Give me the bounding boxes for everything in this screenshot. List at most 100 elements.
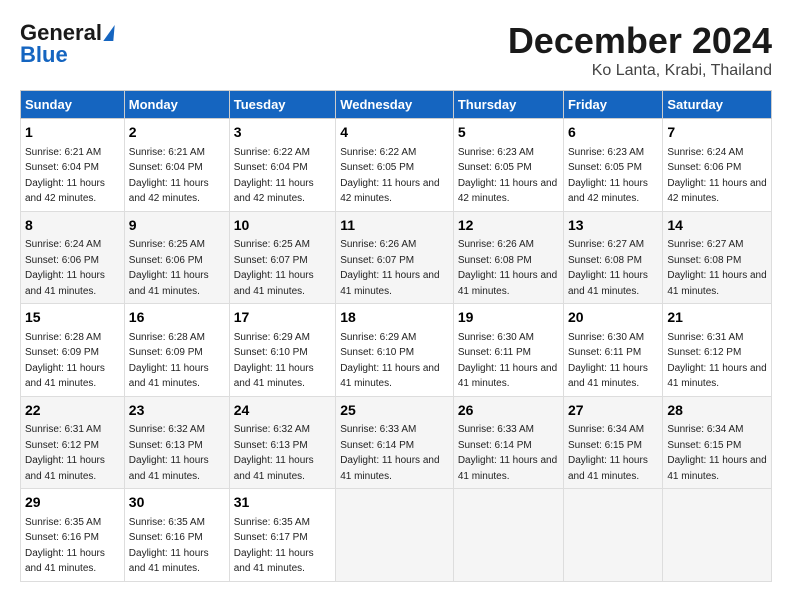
day-number: 19 [458, 308, 559, 328]
calendar-cell [663, 489, 772, 582]
calendar-cell: 10 Sunrise: 6:25 AMSunset: 6:07 PMDaylig… [229, 211, 335, 304]
day-number: 27 [568, 401, 658, 421]
day-number: 8 [25, 216, 120, 236]
day-number: 31 [234, 493, 331, 513]
dow-sunday: Sunday [21, 91, 125, 119]
day-number: 1 [25, 123, 120, 143]
day-number: 2 [129, 123, 225, 143]
day-number: 26 [458, 401, 559, 421]
logo-arrow-icon [103, 25, 114, 41]
day-number: 15 [25, 308, 120, 328]
calendar-cell: 24 Sunrise: 6:32 AMSunset: 6:13 PMDaylig… [229, 396, 335, 489]
day-number: 22 [25, 401, 120, 421]
calendar-cell [453, 489, 563, 582]
calendar-body: 1 Sunrise: 6:21 AMSunset: 6:04 PMDayligh… [21, 119, 772, 582]
day-number: 17 [234, 308, 331, 328]
calendar-cell: 29 Sunrise: 6:35 AMSunset: 6:16 PMDaylig… [21, 489, 125, 582]
day-number: 30 [129, 493, 225, 513]
calendar-cell: 18 Sunrise: 6:29 AMSunset: 6:10 PMDaylig… [336, 304, 454, 397]
day-info: Sunrise: 6:22 AMSunset: 6:04 PMDaylight:… [234, 147, 314, 205]
dow-wednesday: Wednesday [336, 91, 454, 119]
day-info: Sunrise: 6:28 AMSunset: 6:09 PMDaylight:… [25, 332, 105, 390]
day-info: Sunrise: 6:35 AMSunset: 6:16 PMDaylight:… [129, 517, 209, 575]
day-number: 5 [458, 123, 559, 143]
calendar-row-4: 22 Sunrise: 6:31 AMSunset: 6:12 PMDaylig… [21, 396, 772, 489]
day-number: 14 [667, 216, 767, 236]
day-number: 29 [25, 493, 120, 513]
day-info: Sunrise: 6:25 AMSunset: 6:06 PMDaylight:… [129, 239, 209, 297]
day-info: Sunrise: 6:26 AMSunset: 6:08 PMDaylight:… [458, 239, 557, 297]
day-info: Sunrise: 6:35 AMSunset: 6:16 PMDaylight:… [25, 517, 105, 575]
dow-thursday: Thursday [453, 91, 563, 119]
day-number: 13 [568, 216, 658, 236]
calendar-cell: 9 Sunrise: 6:25 AMSunset: 6:06 PMDayligh… [124, 211, 229, 304]
day-number: 9 [129, 216, 225, 236]
day-info: Sunrise: 6:29 AMSunset: 6:10 PMDaylight:… [234, 332, 314, 390]
day-number: 28 [667, 401, 767, 421]
dow-monday: Monday [124, 91, 229, 119]
day-info: Sunrise: 6:34 AMSunset: 6:15 PMDaylight:… [568, 424, 648, 482]
calendar-cell: 30 Sunrise: 6:35 AMSunset: 6:16 PMDaylig… [124, 489, 229, 582]
calendar-cell: 17 Sunrise: 6:29 AMSunset: 6:10 PMDaylig… [229, 304, 335, 397]
calendar-cell: 12 Sunrise: 6:26 AMSunset: 6:08 PMDaylig… [453, 211, 563, 304]
calendar-row-5: 29 Sunrise: 6:35 AMSunset: 6:16 PMDaylig… [21, 489, 772, 582]
day-info: Sunrise: 6:27 AMSunset: 6:08 PMDaylight:… [667, 239, 766, 297]
day-number: 12 [458, 216, 559, 236]
calendar-row-2: 8 Sunrise: 6:24 AMSunset: 6:06 PMDayligh… [21, 211, 772, 304]
calendar-cell: 5 Sunrise: 6:23 AMSunset: 6:05 PMDayligh… [453, 119, 563, 212]
days-of-week-header: SundayMondayTuesdayWednesdayThursdayFrid… [21, 91, 772, 119]
calendar-cell: 7 Sunrise: 6:24 AMSunset: 6:06 PMDayligh… [663, 119, 772, 212]
day-info: Sunrise: 6:31 AMSunset: 6:12 PMDaylight:… [25, 424, 105, 482]
day-number: 20 [568, 308, 658, 328]
day-info: Sunrise: 6:30 AMSunset: 6:11 PMDaylight:… [458, 332, 557, 390]
day-info: Sunrise: 6:25 AMSunset: 6:07 PMDaylight:… [234, 239, 314, 297]
day-info: Sunrise: 6:24 AMSunset: 6:06 PMDaylight:… [667, 147, 766, 205]
calendar-cell: 19 Sunrise: 6:30 AMSunset: 6:11 PMDaylig… [453, 304, 563, 397]
calendar-cell: 27 Sunrise: 6:34 AMSunset: 6:15 PMDaylig… [563, 396, 662, 489]
day-number: 24 [234, 401, 331, 421]
calendar-cell: 14 Sunrise: 6:27 AMSunset: 6:08 PMDaylig… [663, 211, 772, 304]
calendar-cell: 13 Sunrise: 6:27 AMSunset: 6:08 PMDaylig… [563, 211, 662, 304]
calendar-cell [563, 489, 662, 582]
calendar-cell: 31 Sunrise: 6:35 AMSunset: 6:17 PMDaylig… [229, 489, 335, 582]
page-subtitle: Ko Lanta, Krabi, Thailand [508, 62, 772, 80]
day-info: Sunrise: 6:31 AMSunset: 6:12 PMDaylight:… [667, 332, 766, 390]
title-block: December 2024 Ko Lanta, Krabi, Thailand [508, 20, 772, 80]
day-info: Sunrise: 6:23 AMSunset: 6:05 PMDaylight:… [568, 147, 648, 205]
day-number: 18 [340, 308, 449, 328]
day-info: Sunrise: 6:32 AMSunset: 6:13 PMDaylight:… [234, 424, 314, 482]
dow-saturday: Saturday [663, 91, 772, 119]
calendar-cell: 2 Sunrise: 6:21 AMSunset: 6:04 PMDayligh… [124, 119, 229, 212]
day-number: 6 [568, 123, 658, 143]
day-number: 25 [340, 401, 449, 421]
day-number: 11 [340, 216, 449, 236]
logo-blue: Blue [20, 42, 68, 68]
calendar-cell: 8 Sunrise: 6:24 AMSunset: 6:06 PMDayligh… [21, 211, 125, 304]
calendar-cell: 6 Sunrise: 6:23 AMSunset: 6:05 PMDayligh… [563, 119, 662, 212]
calendar-cell: 23 Sunrise: 6:32 AMSunset: 6:13 PMDaylig… [124, 396, 229, 489]
day-number: 7 [667, 123, 767, 143]
day-number: 3 [234, 123, 331, 143]
page-header: General Blue December 2024 Ko Lanta, Kra… [20, 20, 772, 80]
day-number: 16 [129, 308, 225, 328]
calendar-row-1: 1 Sunrise: 6:21 AMSunset: 6:04 PMDayligh… [21, 119, 772, 212]
calendar-cell: 22 Sunrise: 6:31 AMSunset: 6:12 PMDaylig… [21, 396, 125, 489]
day-info: Sunrise: 6:22 AMSunset: 6:05 PMDaylight:… [340, 147, 439, 205]
day-info: Sunrise: 6:34 AMSunset: 6:15 PMDaylight:… [667, 424, 766, 482]
day-info: Sunrise: 6:24 AMSunset: 6:06 PMDaylight:… [25, 239, 105, 297]
day-info: Sunrise: 6:21 AMSunset: 6:04 PMDaylight:… [129, 147, 209, 205]
calendar-cell: 25 Sunrise: 6:33 AMSunset: 6:14 PMDaylig… [336, 396, 454, 489]
calendar-cell: 28 Sunrise: 6:34 AMSunset: 6:15 PMDaylig… [663, 396, 772, 489]
logo: General Blue [20, 20, 114, 68]
calendar-table: SundayMondayTuesdayWednesdayThursdayFrid… [20, 90, 772, 582]
day-number: 21 [667, 308, 767, 328]
day-info: Sunrise: 6:21 AMSunset: 6:04 PMDaylight:… [25, 147, 105, 205]
day-info: Sunrise: 6:29 AMSunset: 6:10 PMDaylight:… [340, 332, 439, 390]
day-number: 4 [340, 123, 449, 143]
calendar-cell: 3 Sunrise: 6:22 AMSunset: 6:04 PMDayligh… [229, 119, 335, 212]
calendar-cell: 15 Sunrise: 6:28 AMSunset: 6:09 PMDaylig… [21, 304, 125, 397]
day-info: Sunrise: 6:26 AMSunset: 6:07 PMDaylight:… [340, 239, 439, 297]
calendar-cell: 4 Sunrise: 6:22 AMSunset: 6:05 PMDayligh… [336, 119, 454, 212]
page-title: December 2024 [508, 20, 772, 62]
calendar-cell [336, 489, 454, 582]
